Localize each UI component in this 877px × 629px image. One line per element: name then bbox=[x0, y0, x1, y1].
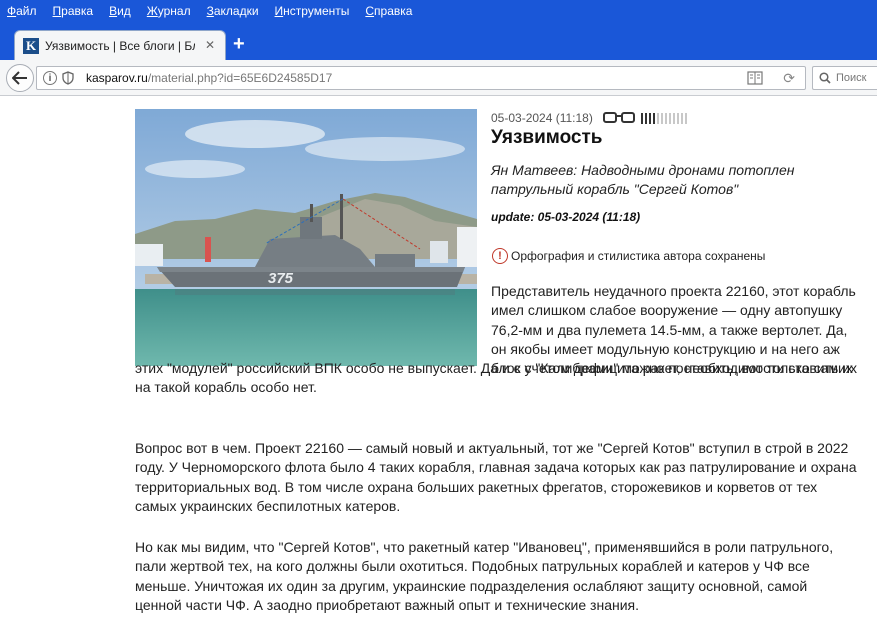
rating-segment bbox=[652, 112, 655, 124]
article-update: update: 05-03-2024 (11:18) bbox=[491, 210, 641, 224]
rating-segment bbox=[668, 112, 671, 124]
article-photo: 375 bbox=[135, 109, 477, 366]
rating-segment bbox=[656, 112, 659, 124]
article-subtitle: Ян Матвеев: Надводными дронами потоплен … bbox=[491, 162, 795, 197]
text-line: меньше. Уничтожая их один за другим, укр… bbox=[135, 577, 808, 594]
tab-close-icon[interactable]: ✕ bbox=[205, 38, 215, 52]
reader-view-icon[interactable] bbox=[747, 71, 763, 85]
menu-bookmarks[interactable]: Закладки bbox=[207, 0, 259, 22]
text-line: Представитель неудачного проекта 22160, … bbox=[491, 283, 856, 299]
paragraph-3: Но как мы видим, что "Сергей Котов", что… bbox=[135, 538, 877, 615]
paragraph-2: Вопрос вот в чем. Проект 22160 — самый н… bbox=[135, 439, 877, 516]
site-favicon-icon: K bbox=[23, 37, 39, 54]
text-line: территориальных вод. В том числе охрана … bbox=[135, 478, 818, 495]
back-arrow-icon bbox=[12, 71, 27, 85]
text-line: этих "модулей" российский ВПК особо не в… bbox=[135, 360, 857, 376]
exclamation-icon: ! bbox=[492, 248, 508, 264]
text-line: на такой корабль особо нет. bbox=[135, 379, 317, 396]
search-placeholder: Поиск bbox=[836, 72, 867, 84]
menu-history[interactable]: Журнал bbox=[147, 0, 191, 22]
text-line: году. У Черноморского флота было 4 таких… bbox=[135, 459, 857, 476]
menu-bar: Файл Правка Вид Журнал Закладки Инструме… bbox=[0, 0, 877, 22]
article-meta: 05-03-2024 (11:18) bbox=[491, 110, 687, 126]
text-line: имел слишком слабое вооружение — одну ав… bbox=[491, 302, 843, 319]
menu-edit[interactable]: Правка bbox=[53, 0, 94, 22]
info-icon[interactable]: i bbox=[43, 71, 57, 85]
rating-segment bbox=[644, 112, 647, 124]
search-input[interactable]: Поиск bbox=[812, 66, 877, 90]
rating-bar bbox=[640, 112, 687, 124]
tab-title: Уязвимость | Все блоги | Бл... bbox=[45, 38, 195, 53]
url-text[interactable]: kasparov.ru/material.php?id=65E6D24585D1… bbox=[86, 71, 332, 85]
menu-file[interactable]: Файл bbox=[7, 0, 37, 22]
notice-text: Орфография и стилистика автора сохранены bbox=[511, 249, 766, 263]
text-line: ценной части ЧФ. А заодно приобретают ва… bbox=[135, 596, 640, 613]
rating-segment bbox=[676, 112, 679, 124]
text-line: Вопрос вот в чем. Проект 22160 — самый н… bbox=[135, 440, 849, 456]
menu-view[interactable]: Вид bbox=[109, 0, 131, 22]
rating-segment bbox=[640, 112, 643, 124]
ship-hull-number: 375 bbox=[268, 270, 294, 287]
rating-segment bbox=[648, 112, 651, 124]
text-line: самых украинских беспилотных катеров. bbox=[135, 497, 401, 514]
new-tab-button[interactable]: + bbox=[233, 34, 245, 54]
rating-segment bbox=[664, 112, 667, 124]
address-bar[interactable]: i kasparov.ru/material.php?id=65E6D24585… bbox=[36, 66, 806, 90]
back-button[interactable] bbox=[6, 64, 34, 92]
navigation-bar: i kasparov.ru/material.php?id=65E6D24585… bbox=[0, 60, 877, 96]
article-date: 05-03-2024 (11:18) bbox=[491, 111, 593, 125]
glasses-icon[interactable] bbox=[602, 111, 635, 125]
shield-icon[interactable] bbox=[62, 71, 74, 85]
paragraph-1-continued: этих "модулей" российский ВПК особо не в… bbox=[135, 359, 877, 398]
text-line: пали жертвой тех, на кого должны были ох… bbox=[135, 558, 810, 575]
tab-active[interactable]: K Уязвимость | Все блоги | Бл... ✕ bbox=[14, 30, 226, 60]
rating-segment bbox=[680, 112, 683, 124]
text-line: Но как мы видим, что "Сергей Котов", что… bbox=[135, 539, 834, 555]
rating-segment bbox=[684, 112, 687, 124]
tab-strip: K Уязвимость | Все блоги | Бл... ✕ + bbox=[0, 22, 877, 60]
article-title: Уязвимость bbox=[491, 127, 603, 148]
search-icon bbox=[819, 72, 831, 84]
text-line: он якобы имеет модульную конструкцию и н… bbox=[491, 340, 840, 357]
menu-tools[interactable]: Инструменты bbox=[275, 0, 350, 22]
rating-segment bbox=[672, 112, 675, 124]
rating-segment bbox=[660, 112, 663, 124]
reload-icon[interactable]: ⟳ bbox=[783, 70, 795, 87]
menu-help[interactable]: Справка bbox=[365, 0, 412, 22]
text-line: 76,2-мм и два пулемета 14.5-мм, а также … bbox=[491, 321, 848, 338]
author-notice: ! Орфография и стилистика автора сохране… bbox=[492, 248, 765, 264]
